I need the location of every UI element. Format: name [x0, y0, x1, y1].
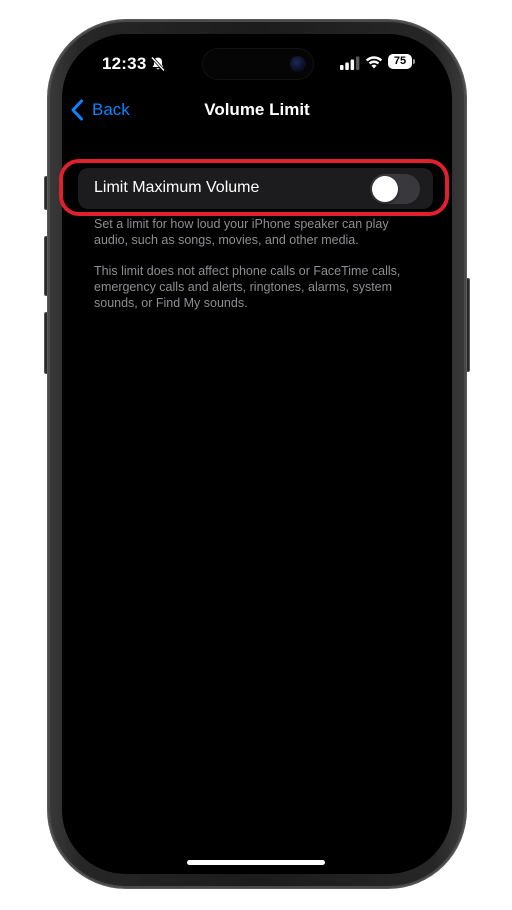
front-camera [290, 56, 306, 72]
battery-indicator: 75 [388, 54, 412, 69]
page: 12:33 75 Back Volume Limit Limit Maximum… [0, 0, 512, 910]
home-indicator[interactable] [187, 860, 325, 865]
footer-description-media: Set a limit for how loud your iPhone spe… [94, 217, 389, 247]
bell-slash-icon [150, 56, 166, 72]
highlight-outline [59, 159, 449, 216]
status-time: 12:33 [102, 54, 147, 73]
dynamic-island [202, 48, 314, 80]
battery-terminal [413, 59, 415, 64]
footer-description-exceptions: This limit does not affect phone calls o… [94, 264, 401, 310]
cellular-signal-icon [340, 56, 360, 70]
wifi-icon [365, 56, 383, 69]
page-title: Volume Limit [204, 100, 310, 119]
